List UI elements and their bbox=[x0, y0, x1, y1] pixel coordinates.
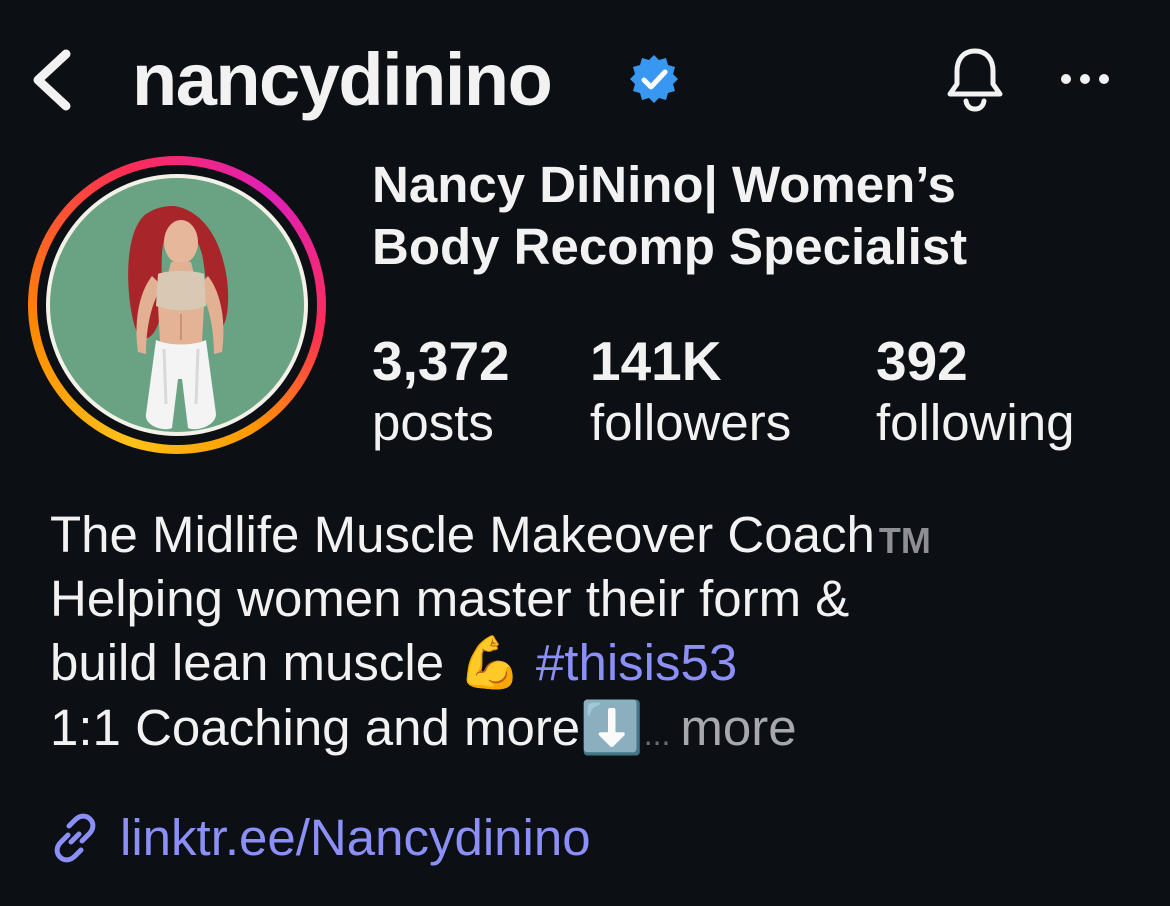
profile-avatar-story-ring[interactable] bbox=[28, 156, 326, 454]
stat-following[interactable]: 392 following bbox=[876, 330, 1074, 454]
trademark-symbol: TM bbox=[878, 520, 931, 561]
bio-line-2: Helping women master their form & bbox=[50, 570, 850, 627]
profile-link-text: linktr.ee/Nancydinino bbox=[120, 809, 591, 866]
posts-count: 3,372 bbox=[372, 330, 510, 392]
followers-label: followers bbox=[590, 394, 792, 451]
profile-bio: The Midlife Muscle Makeover Coach TM Help… bbox=[50, 503, 1150, 766]
bio-line-1-text: The Midlife Muscle Makeover Coach bbox=[50, 506, 875, 563]
stat-posts[interactable]: 3,372 posts bbox=[372, 330, 510, 454]
more-horizontal-icon bbox=[1061, 74, 1109, 84]
bio-line-3: build lean muscle 💪 #thisis53 bbox=[50, 631, 1150, 696]
link-icon bbox=[54, 813, 96, 863]
back-button[interactable] bbox=[22, 40, 82, 120]
posts-label: posts bbox=[372, 394, 494, 451]
notifications-bell-button[interactable] bbox=[940, 44, 1010, 114]
profile-username: nancydinino bbox=[132, 38, 553, 121]
bio-ellipsis: ... bbox=[643, 716, 671, 752]
following-count: 392 bbox=[876, 330, 968, 392]
profile-link[interactable]: linktr.ee/Nancydinino bbox=[50, 806, 591, 870]
avatar-photo bbox=[50, 178, 304, 432]
bio-more-button[interactable]: more bbox=[680, 699, 796, 756]
flexed-biceps-emoji-icon: 💪 bbox=[458, 634, 522, 693]
bio-line-4: 1:1 Coaching and more⬇️... more bbox=[50, 696, 1150, 766]
bio-line-1: The Midlife Muscle Makeover Coach TM bbox=[50, 503, 1150, 567]
display-name-line-1: Nancy DiNino| Women’s bbox=[372, 156, 956, 213]
hashtag-link[interactable]: #thisis53 bbox=[536, 634, 737, 691]
bell-icon bbox=[947, 48, 1003, 112]
followers-count: 141K bbox=[590, 330, 722, 392]
more-options-button[interactable] bbox=[1055, 54, 1115, 104]
bio-line-3-text: build lean muscle bbox=[50, 634, 445, 691]
bio-line-4-text: 1:1 Coaching and more bbox=[50, 699, 581, 756]
profile-display-name: Nancy DiNino| Women’s Body Recomp Specia… bbox=[372, 154, 1132, 278]
display-name-line-2: Body Recomp Specialist bbox=[372, 218, 968, 275]
chevron-left-icon bbox=[33, 49, 71, 111]
stat-followers[interactable]: 141K followers bbox=[590, 330, 791, 454]
down-arrow-emoji-icon: ⬇️ bbox=[580, 699, 644, 758]
verified-badge-icon bbox=[630, 55, 678, 103]
following-label: following bbox=[876, 394, 1075, 451]
profile-avatar bbox=[46, 174, 308, 436]
